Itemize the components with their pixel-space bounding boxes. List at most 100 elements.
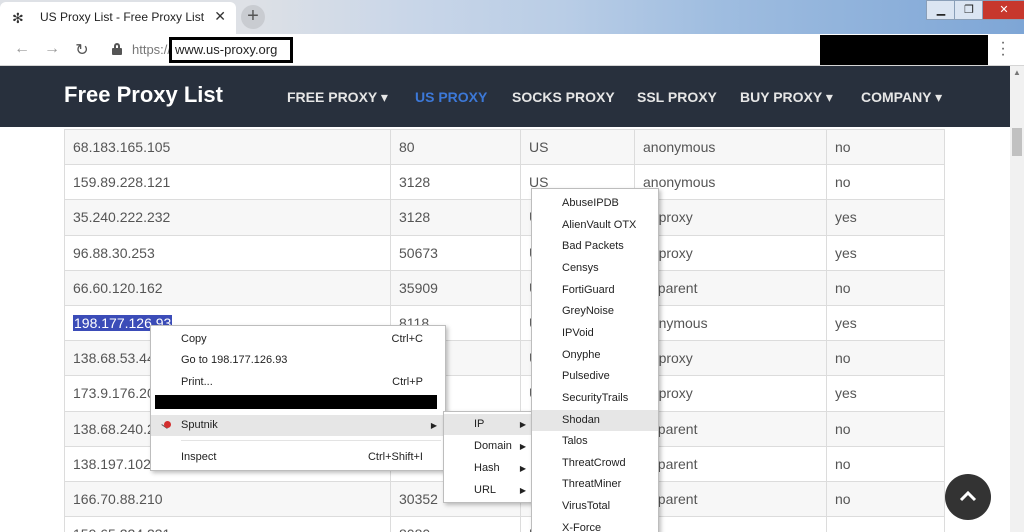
nav-socks-proxy[interactable]: SOCKS PROXY bbox=[512, 89, 615, 105]
menu-label: Hash bbox=[474, 462, 500, 474]
port-cell: 50673 bbox=[390, 234, 521, 271]
lock-icon bbox=[112, 43, 122, 55]
page-scrollbar[interactable]: ▲ bbox=[1010, 66, 1024, 532]
service-item[interactable]: Onyphe bbox=[532, 345, 658, 366]
context-menu: Copy Ctrl+C Go to 198.177.126.93 Print..… bbox=[150, 325, 446, 471]
port-cell: 3128 bbox=[390, 164, 521, 201]
anonymity-cell: nsparent bbox=[634, 410, 827, 447]
menu-item-print[interactable]: Print... Ctrl+P bbox=[151, 372, 445, 393]
new-tab-button[interactable]: + bbox=[241, 5, 265, 29]
table-row: 96.88.30.25350673Ute proxyyes bbox=[64, 234, 945, 271]
submenu-item-hash[interactable]: Hash ▶ bbox=[444, 458, 532, 479]
service-item[interactable]: GreyNoise bbox=[532, 301, 658, 322]
anonymity-cell: nonymous bbox=[634, 304, 827, 342]
port-cell: 35909 bbox=[390, 269, 521, 306]
service-item[interactable]: AlienVault OTX bbox=[532, 215, 658, 236]
service-item[interactable]: Pulsedive bbox=[532, 366, 658, 387]
service-item[interactable]: AbuseIPDB bbox=[532, 193, 658, 214]
services-submenu: AbuseIPDB AlienVault OTX Bad Packets Censys… bbox=[531, 188, 659, 532]
close-window-button[interactable]: ✕ bbox=[982, 0, 1024, 20]
maximize-button[interactable]: ❐ bbox=[954, 0, 984, 20]
anonymity-cell: anonymous bbox=[634, 164, 827, 201]
scroll-thumb[interactable] bbox=[1012, 128, 1022, 156]
menu-label: Sputnik bbox=[181, 419, 218, 431]
tab-close-icon[interactable]: ✕ bbox=[214, 8, 226, 25]
menu-label: Domain bbox=[474, 440, 512, 452]
menu-item-sputnik[interactable]: Sputnik ▶ bbox=[151, 415, 445, 436]
submenu-item-domain[interactable]: Domain ▶ bbox=[444, 436, 532, 457]
url-scheme: https:// bbox=[132, 42, 172, 57]
site-header: Free Proxy List FREE PROXY ▾ US PROXY SO… bbox=[0, 66, 1010, 127]
ip-cell: 66.60.120.162 bbox=[64, 269, 391, 306]
menu-label: URL bbox=[474, 484, 497, 496]
forward-arrow-icon[interactable]: → bbox=[42, 40, 62, 58]
https-cell: no bbox=[826, 340, 945, 377]
anonymity-cell: nsparent bbox=[634, 269, 827, 306]
menu-shortcut: Ctrl+C bbox=[391, 333, 423, 345]
service-label: Onyphe bbox=[562, 348, 601, 361]
service-item[interactable]: Censys bbox=[532, 258, 658, 279]
service-item[interactable]: IPVoid bbox=[532, 323, 658, 344]
nav-ssl-proxy[interactable]: SSL PROXY bbox=[637, 89, 717, 105]
service-item[interactable]: Bad Packets bbox=[532, 236, 658, 257]
service-label: FortiGuard bbox=[562, 283, 615, 296]
port-cell: 3128 bbox=[390, 199, 521, 236]
service-label: IPVoid bbox=[562, 326, 594, 339]
scroll-to-top-button[interactable] bbox=[945, 474, 991, 520]
service-item[interactable]: Shodan bbox=[532, 409, 658, 431]
browser-menu-icon[interactable]: · · · bbox=[998, 35, 1008, 63]
nav-buy-proxy[interactable]: BUY PROXY ▾ bbox=[740, 89, 833, 106]
ip-cell: 96.88.30.253 bbox=[64, 234, 391, 271]
submenu-item-ip[interactable]: IP ▶ bbox=[444, 414, 532, 435]
https-cell: no bbox=[826, 445, 945, 482]
tab-strip: ✻ US Proxy List - Free Proxy List ✕ + ▁ … bbox=[0, 0, 1024, 34]
site-brand[interactable]: Free Proxy List bbox=[64, 82, 223, 108]
https-cell: no bbox=[826, 164, 945, 201]
https-cell: yes bbox=[826, 304, 945, 342]
sputnik-icon bbox=[161, 419, 173, 431]
type-submenu: IP ▶ Domain ▶ Hash ▶ URL ▶ bbox=[443, 411, 533, 503]
service-item[interactable]: X-Force bbox=[532, 518, 658, 532]
menu-item-copy[interactable]: Copy Ctrl+C bbox=[151, 329, 445, 350]
table-row: 68.183.165.105 80 US anonymous no bbox=[64, 128, 945, 166]
url-host[interactable]: www.us-proxy.org bbox=[169, 37, 293, 63]
service-item[interactable]: ThreatMiner bbox=[532, 474, 658, 495]
anonymity-cell: nsparent bbox=[634, 445, 827, 482]
redacted-menu-item bbox=[155, 395, 437, 409]
service-item[interactable]: VirusTotal bbox=[532, 496, 658, 517]
nav-company[interactable]: COMPANY ▾ bbox=[861, 89, 942, 106]
nav-us-proxy[interactable]: US PROXY bbox=[415, 89, 487, 105]
service-label: AbuseIPDB bbox=[562, 197, 619, 209]
anonymity-cell: te proxy bbox=[634, 340, 827, 377]
back-arrow-icon[interactable]: ← bbox=[12, 40, 32, 58]
service-label: VirusTotal bbox=[562, 500, 611, 513]
submenu-arrow-icon: ▶ bbox=[519, 420, 526, 429]
submenu-item-url[interactable]: URL ▶ bbox=[444, 480, 532, 501]
port-cell: 80 bbox=[390, 128, 521, 166]
anonymity-cell bbox=[634, 516, 827, 532]
service-label: Pulsedive bbox=[562, 370, 610, 383]
tab-title: US Proxy List - Free Proxy List bbox=[40, 10, 205, 24]
submenu-arrow-icon: ▶ bbox=[519, 486, 526, 495]
address-bar[interactable]: https:// www.us-proxy.org ☆ bbox=[102, 37, 907, 63]
port-cell: 8080 bbox=[390, 516, 521, 532]
menu-label: Inspect bbox=[181, 451, 217, 463]
service-label: SecurityTrails bbox=[562, 391, 629, 404]
submenu-arrow-icon: ▶ bbox=[519, 464, 526, 473]
redacted-area bbox=[820, 35, 988, 65]
menu-item-goto[interactable]: Go to 198.177.126.93 bbox=[151, 350, 445, 371]
menu-item-inspect[interactable]: Inspect Ctrl+Shift+I bbox=[151, 447, 445, 468]
menu-label: IP bbox=[474, 418, 485, 430]
nav-free-proxy[interactable]: FREE PROXY ▾ bbox=[287, 89, 388, 106]
browser-tab[interactable]: ✻ US Proxy List - Free Proxy List ✕ bbox=[0, 2, 236, 34]
service-item[interactable]: Talos bbox=[532, 431, 658, 452]
site-favicon-icon: ✻ bbox=[12, 10, 24, 26]
minimize-button[interactable]: ▁ bbox=[926, 0, 956, 20]
service-item[interactable]: ThreatCrowd bbox=[532, 453, 658, 474]
service-item[interactable]: SecurityTrails bbox=[532, 388, 658, 409]
scroll-up-arrow-icon[interactable]: ▲ bbox=[1013, 68, 1021, 77]
ip-cell: 159.65.224.231 bbox=[64, 516, 391, 532]
submenu-arrow-icon: ▶ bbox=[430, 421, 437, 430]
service-item[interactable]: FortiGuard bbox=[532, 280, 658, 301]
reload-icon[interactable]: ↻ bbox=[72, 40, 92, 60]
